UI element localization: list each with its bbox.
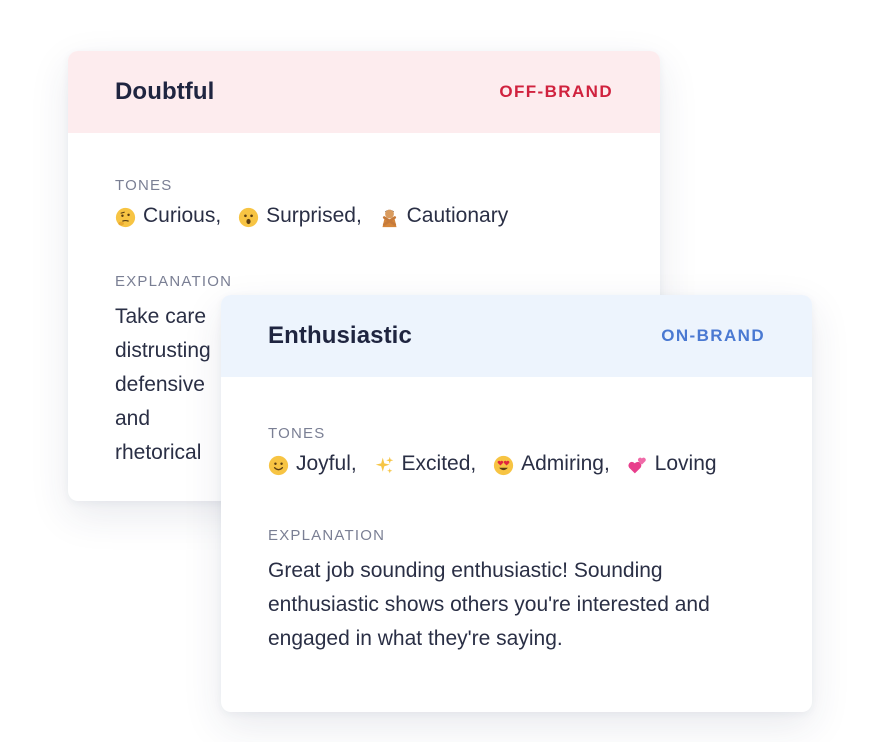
person-gesturing-no-icon <box>379 207 400 228</box>
tones-list: Curious, Surprised, Cautionary <box>115 204 613 233</box>
card-title: Doubtful <box>115 78 215 105</box>
tones-list: Joyful, Excited, Admiring, Loving <box>268 452 765 481</box>
card-header: Enthusiastic ON-BRAND <box>221 295 812 377</box>
tone-item: Cautionary <box>379 204 509 228</box>
brand-badge: OFF-BRAND <box>499 82 613 101</box>
tone-label: Admiring <box>521 452 604 475</box>
smiling-face-icon <box>268 455 289 476</box>
tone-label: Curious <box>143 204 216 227</box>
tones-label: TONES <box>268 425 326 442</box>
explanation-text: Take care distrusting defensive and rhet… <box>115 304 211 464</box>
tone-label: Joyful <box>296 452 351 475</box>
tone-item: Loving <box>627 452 717 476</box>
sparkles-icon <box>374 455 395 476</box>
surprised-face-icon <box>238 207 259 228</box>
explanation-label: EXPLANATION <box>268 526 386 544</box>
heart-eyes-face-icon <box>493 455 514 476</box>
thinking-face-icon <box>115 207 136 228</box>
card-body: TONES Joyful, Excited, Admiring, Loving … <box>221 377 812 656</box>
explanation-text: Great job sounding enthusiastic! Soundin… <box>268 558 710 650</box>
tone-label: Loving <box>654 452 717 475</box>
explanation-label: EXPLANATION <box>115 272 233 290</box>
tone-card-enthusiastic: Enthusiastic ON-BRAND TONES Joyful, Exci… <box>221 295 812 712</box>
card-title: Enthusiastic <box>268 322 412 349</box>
tone-item: Excited, <box>374 452 488 476</box>
tone-cards-stage: Doubtful OFF-BRAND TONES Curious, Surpri… <box>0 0 894 742</box>
brand-badge: ON-BRAND <box>661 326 765 345</box>
tone-item: Curious, <box>115 204 232 228</box>
two-hearts-icon <box>627 455 648 476</box>
tone-label: Excited <box>401 452 471 475</box>
tone-label: Cautionary <box>406 204 509 227</box>
tone-item: Joyful, <box>268 452 368 476</box>
tone-label: Surprised <box>266 204 356 227</box>
card-header: Doubtful OFF-BRAND <box>68 51 660 133</box>
tones-label: TONES <box>115 177 173 194</box>
tone-item: Surprised, <box>238 204 373 228</box>
tone-item: Admiring, <box>493 452 621 476</box>
